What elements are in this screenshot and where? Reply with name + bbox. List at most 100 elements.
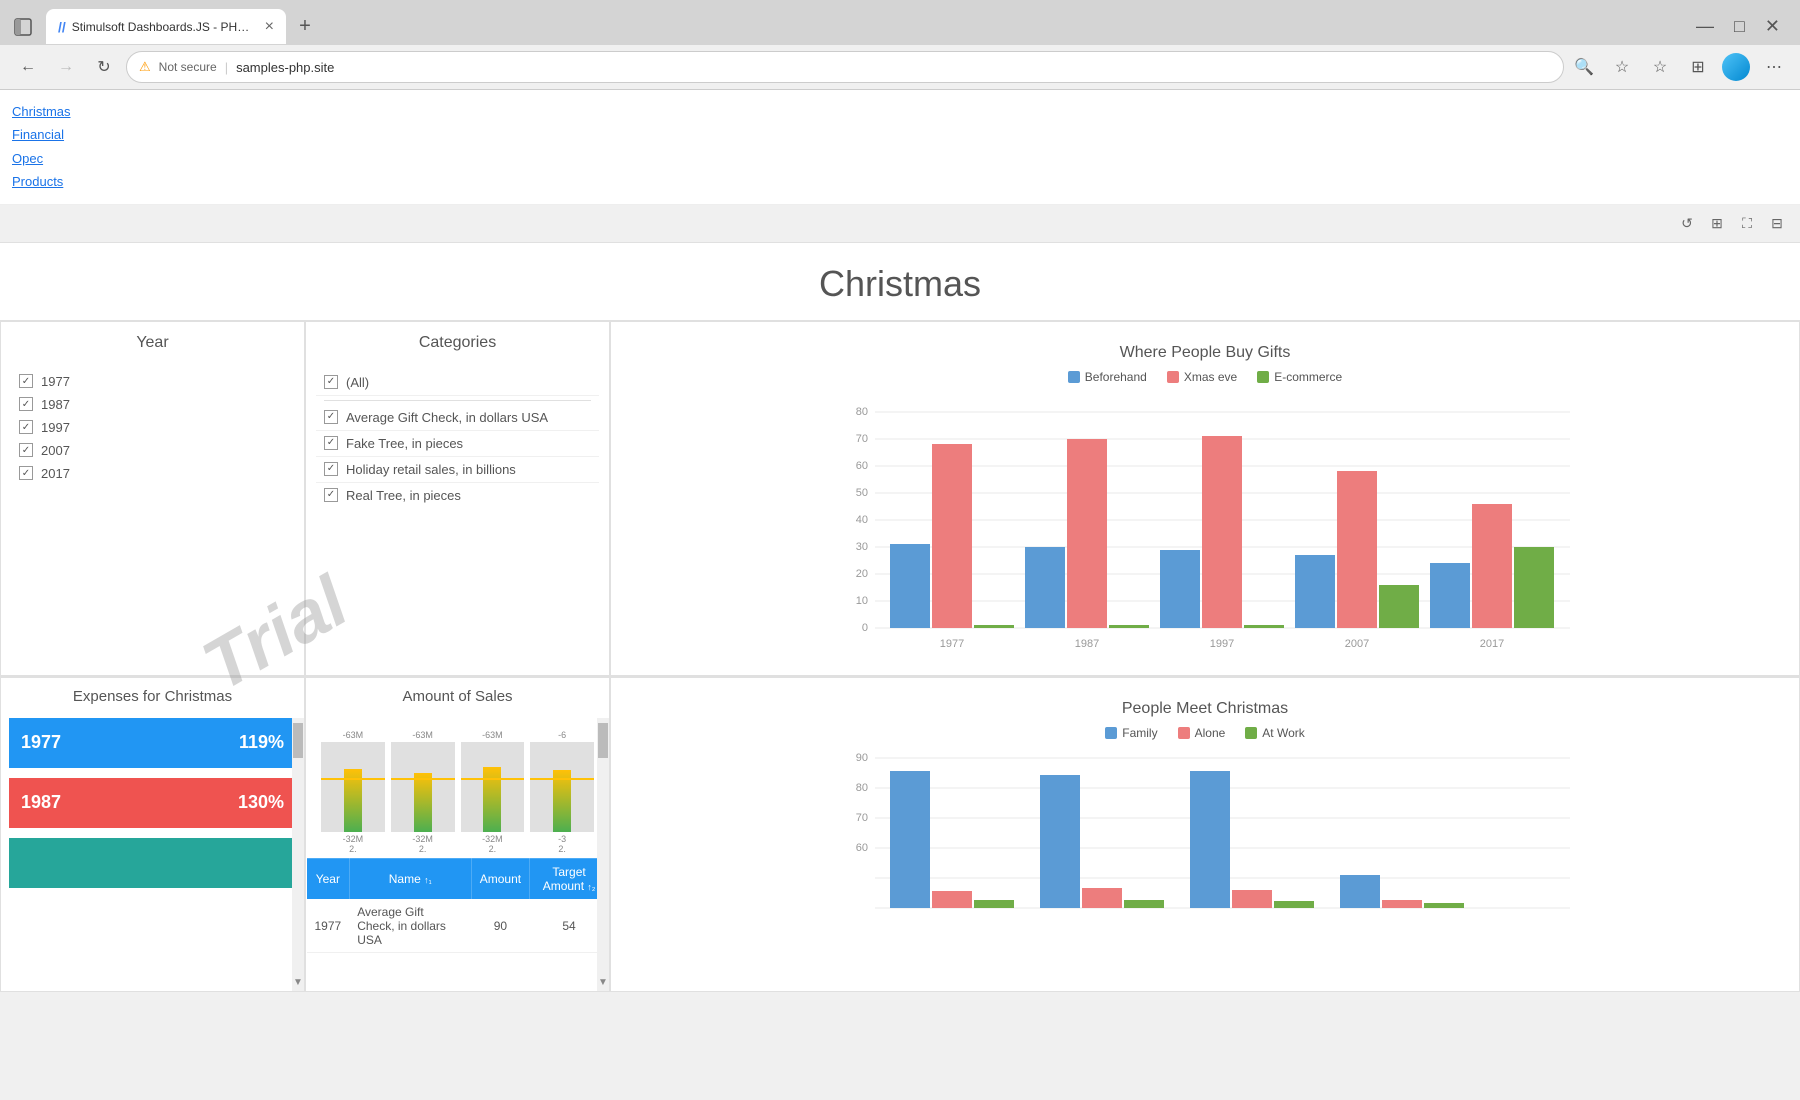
expenses-scrollbar-thumb[interactable] bbox=[293, 723, 303, 758]
bullet-target-4 bbox=[530, 778, 594, 780]
bullet-target-2 bbox=[391, 778, 455, 780]
sidebar-links: Christmas Financial Opec Products bbox=[0, 90, 1800, 205]
year-checkbox-1977[interactable] bbox=[19, 374, 33, 388]
table-row: 1977 Average Gift Check, in dollars USA … bbox=[307, 899, 609, 952]
category-item-gift-check[interactable]: Average Gift Check, in dollars USA bbox=[316, 405, 599, 431]
svg-text:1997: 1997 bbox=[1210, 638, 1234, 650]
expenses-panel: Expenses for Christmas 1977 119% 1987 13… bbox=[0, 677, 305, 992]
year-item-1997[interactable]: 1997 bbox=[11, 416, 294, 439]
bullet-target-1 bbox=[321, 778, 385, 780]
close-window-button[interactable]: ✕ bbox=[1765, 16, 1780, 37]
tab-bar: // Stimulsoft Dashboards.JS - PHP D × + … bbox=[0, 0, 1800, 45]
svg-text:2017: 2017 bbox=[1480, 638, 1504, 650]
user-avatar[interactable] bbox=[1722, 53, 1750, 81]
collections-button[interactable]: ☆ bbox=[1646, 53, 1674, 81]
categories-panel: Categories (All) Average Gift Check, in … bbox=[305, 321, 610, 676]
toolbar-close-icon[interactable]: ⊟ bbox=[1766, 212, 1788, 234]
search-button[interactable]: 🔍 bbox=[1570, 53, 1598, 81]
legend-alone: Alone bbox=[1178, 726, 1226, 740]
forward-button[interactable]: → bbox=[50, 51, 82, 83]
year-item-2007[interactable]: 2007 bbox=[11, 439, 294, 462]
refresh-button[interactable]: ↻ bbox=[88, 51, 120, 83]
minimize-button[interactable]: — bbox=[1696, 16, 1714, 37]
browser-collections-button[interactable]: ⊞ bbox=[1684, 53, 1712, 81]
not-secure-label: Not secure bbox=[159, 60, 217, 74]
svg-text:2007: 2007 bbox=[1345, 638, 1369, 650]
expenses-scrollbar[interactable]: ▼ bbox=[292, 718, 304, 991]
expense-bar-1987: 1987 130% bbox=[9, 778, 296, 828]
expense-bar-2017 bbox=[9, 838, 296, 888]
bullet-chart-1: -63M -32M 2. bbox=[321, 730, 385, 854]
sales-scroll-down[interactable]: ▼ bbox=[597, 975, 609, 991]
bullet-top-label-1: -63M bbox=[343, 730, 364, 740]
expense-bar-1977: 1977 119% bbox=[9, 718, 296, 768]
year-checkbox-2017[interactable] bbox=[19, 466, 33, 480]
legend-alone-label: Alone bbox=[1195, 726, 1226, 740]
category-checkbox-fake-tree[interactable] bbox=[324, 436, 338, 450]
category-checkbox-all[interactable] bbox=[324, 375, 338, 389]
expenses-scroll-down[interactable]: ▼ bbox=[292, 975, 304, 991]
svg-text:70: 70 bbox=[856, 433, 868, 445]
expense-row-1987: 1987 130% bbox=[1, 773, 304, 833]
settings-button[interactable]: ⋯ bbox=[1760, 53, 1788, 81]
security-warning-icon: ⚠ bbox=[139, 59, 151, 75]
tab-icon: // bbox=[58, 19, 66, 35]
active-tab[interactable]: // Stimulsoft Dashboards.JS - PHP D × bbox=[46, 9, 286, 44]
year-checkbox-1987[interactable] bbox=[19, 397, 33, 411]
bullet-chart-2: -63M -32M 2. bbox=[391, 730, 455, 854]
th-name-sort-icon: ↑₁ bbox=[424, 874, 432, 884]
new-tab-button[interactable]: + bbox=[290, 12, 320, 42]
favorites-button[interactable]: ☆ bbox=[1608, 53, 1636, 81]
td-name: Average Gift Check, in dollars USA bbox=[349, 899, 471, 952]
people-meet-chart: 90 80 70 60 bbox=[631, 748, 1779, 978]
svg-text:60: 60 bbox=[856, 842, 868, 854]
sidebar-link-financial[interactable]: Financial bbox=[12, 123, 1788, 146]
restore-button[interactable]: □ bbox=[1734, 16, 1745, 37]
year-label-1997: 1997 bbox=[41, 420, 70, 435]
svg-text:90: 90 bbox=[856, 752, 868, 764]
category-item-real-tree[interactable]: Real Tree, in pieces bbox=[316, 483, 599, 508]
category-checkbox-gift-check[interactable] bbox=[324, 410, 338, 424]
expense-year-1977: 1977 bbox=[21, 732, 61, 753]
sidebar-link-products[interactable]: Products bbox=[12, 170, 1788, 193]
toolbar-grid-icon[interactable]: ⊞ bbox=[1706, 212, 1728, 234]
nav-tools: 🔍 ☆ ☆ ⊞ ⋯ bbox=[1570, 53, 1788, 81]
tab-title: Stimulsoft Dashboards.JS - PHP D bbox=[72, 20, 257, 34]
bullet-inner-3 bbox=[483, 767, 501, 832]
address-bar[interactable]: ⚠ Not secure | samples-php.site bbox=[126, 51, 1564, 83]
year-label-2017: 2017 bbox=[41, 466, 70, 481]
nav-bar: ← → ↻ ⚠ Not secure | samples-php.site 🔍 … bbox=[0, 45, 1800, 89]
category-item-fake-tree[interactable]: Fake Tree, in pieces bbox=[316, 431, 599, 457]
year-panel: Year 1977 1987 1997 bbox=[0, 321, 305, 676]
legend-beforehand-dot bbox=[1068, 371, 1080, 383]
sales-scrollbar[interactable]: ▼ bbox=[597, 718, 609, 991]
bullet-outer-3 bbox=[461, 742, 525, 832]
sidebar-link-opec[interactable]: Opec bbox=[12, 147, 1788, 170]
tab-close-button[interactable]: × bbox=[265, 19, 274, 35]
year-item-1977[interactable]: 1977 bbox=[11, 370, 294, 393]
th-name[interactable]: Name ↑₁ bbox=[349, 858, 471, 899]
year-checkbox-1997[interactable] bbox=[19, 420, 33, 434]
back-button[interactable]: ← bbox=[12, 51, 44, 83]
toolbar-refresh-icon[interactable]: ↺ bbox=[1676, 212, 1698, 234]
category-item-all[interactable]: (All) bbox=[316, 370, 599, 396]
svg-text:80: 80 bbox=[856, 406, 868, 418]
category-item-holiday-retail[interactable]: Holiday retail sales, in billions bbox=[316, 457, 599, 483]
sidebar-toggle-button[interactable] bbox=[8, 12, 38, 42]
category-checkbox-real-tree[interactable] bbox=[324, 488, 338, 502]
sales-scrollbar-thumb[interactable] bbox=[598, 723, 608, 758]
bullet-outer-1 bbox=[321, 742, 385, 832]
th-name-label: Name bbox=[389, 872, 421, 886]
year-item-2017[interactable]: 2017 bbox=[11, 462, 294, 485]
toolbar-fullscreen-icon[interactable]: ⛶ bbox=[1736, 212, 1758, 234]
address-url[interactable]: samples-php.site bbox=[236, 60, 334, 75]
dashboard-title: Christmas bbox=[0, 243, 1800, 320]
data-table: Year Name ↑₁ Amount Target Amount ↑₂ bbox=[306, 858, 609, 953]
category-checkbox-holiday-retail[interactable] bbox=[324, 462, 338, 476]
bullet-target-3 bbox=[461, 778, 525, 780]
where-buy-panel: Where People Buy Gifts Beforehand Xmas e… bbox=[610, 321, 1800, 676]
bullet-inner-2 bbox=[414, 773, 432, 832]
sidebar-link-christmas[interactable]: Christmas bbox=[12, 100, 1788, 123]
year-checkbox-2007[interactable] bbox=[19, 443, 33, 457]
year-item-1987[interactable]: 1987 bbox=[11, 393, 294, 416]
